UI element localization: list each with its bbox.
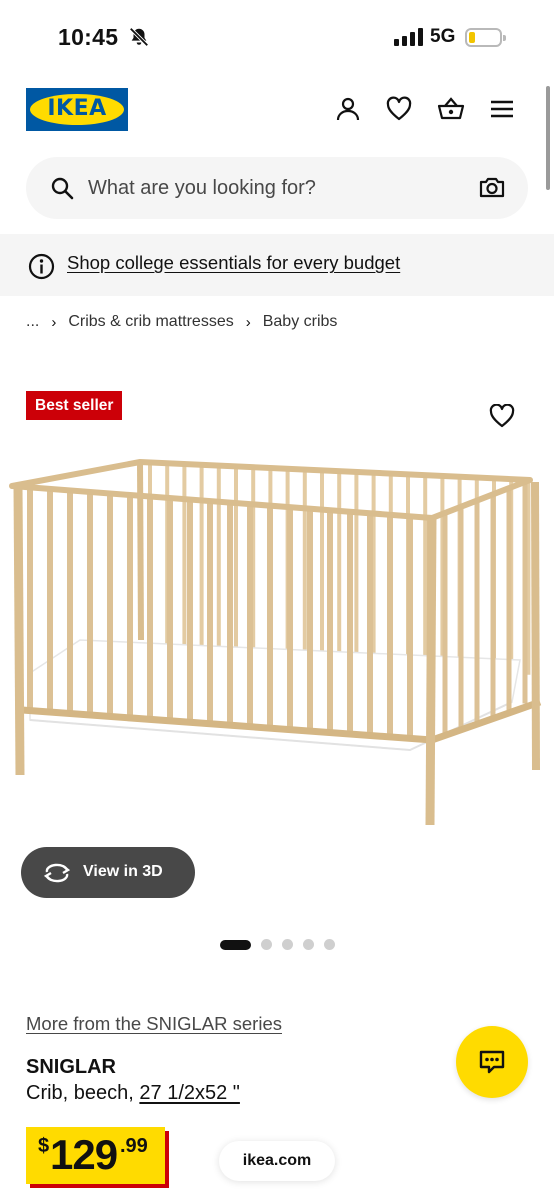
- search-icon: [51, 177, 74, 200]
- ikea-logo[interactable]: IKEA: [26, 88, 128, 131]
- status-bar: 10:45 5G: [0, 0, 554, 74]
- profile-icon[interactable]: [335, 96, 361, 122]
- bell-off-icon: [129, 27, 149, 47]
- carousel-dot[interactable]: [303, 939, 314, 950]
- camera-icon[interactable]: [479, 175, 505, 199]
- best-seller-badge: Best seller: [26, 391, 123, 420]
- product-name: SNIGLAR: [26, 1056, 116, 1078]
- promo-link[interactable]: Shop college essentials for every budget: [67, 252, 400, 274]
- rotate-3d-icon: [43, 863, 71, 883]
- price-decimal: .99: [120, 1135, 148, 1157]
- carousel-dot[interactable]: [282, 939, 293, 950]
- price-integer: 129: [50, 1131, 118, 1178]
- carousel-dot[interactable]: [261, 939, 272, 950]
- breadcrumb-item-cribs[interactable]: Cribs & crib mattresses: [68, 313, 233, 331]
- basket-icon[interactable]: [437, 96, 465, 122]
- chat-icon: [479, 1050, 505, 1074]
- carousel-indicator[interactable]: [220, 939, 335, 950]
- menu-icon[interactable]: [490, 96, 514, 122]
- price-tag: $ 129 .99: [26, 1127, 165, 1184]
- breadcrumb-item-baby-cribs[interactable]: Baby cribs: [263, 313, 338, 331]
- price-currency: $: [38, 1135, 50, 1157]
- battery-icon: [465, 28, 506, 47]
- breadcrumb: ... › Cribs & crib mattresses › Baby cri…: [26, 313, 337, 331]
- status-time: 10:45: [58, 24, 119, 50]
- carousel-dot[interactable]: [324, 939, 335, 950]
- series-link[interactable]: More from the SNIGLAR series: [26, 1013, 282, 1035]
- promo-banner: Shop college essentials for every budget: [0, 234, 554, 296]
- heart-icon[interactable]: [386, 96, 412, 122]
- view-in-3d-button[interactable]: View in 3D: [21, 847, 195, 898]
- favorite-heart-icon[interactable]: [489, 404, 515, 428]
- signal-icon: [394, 28, 423, 46]
- network-label: 5G: [430, 26, 456, 47]
- search-bar[interactable]: [26, 157, 528, 219]
- product-desc-text: Crib, beech,: [26, 1082, 140, 1104]
- chat-button[interactable]: [456, 1026, 528, 1098]
- search-input[interactable]: [88, 169, 468, 207]
- info-icon: [28, 253, 55, 280]
- product-image[interactable]: [0, 440, 554, 840]
- chevron-right-icon: ›: [245, 313, 251, 331]
- chevron-right-icon: ›: [51, 313, 57, 331]
- product-dimensions-link[interactable]: 27 1/2x52 ": [139, 1082, 240, 1104]
- scrollbar[interactable]: [546, 86, 550, 190]
- view-in-3d-label: View in 3D: [83, 863, 163, 880]
- logo-text: IKEA: [47, 96, 107, 121]
- breadcrumb-ellipsis[interactable]: ...: [26, 313, 39, 331]
- browser-address-pill[interactable]: ikea.com: [219, 1141, 335, 1181]
- product-description: Crib, beech, 27 1/2x52 ": [26, 1082, 240, 1105]
- carousel-dot-active[interactable]: [220, 939, 251, 950]
